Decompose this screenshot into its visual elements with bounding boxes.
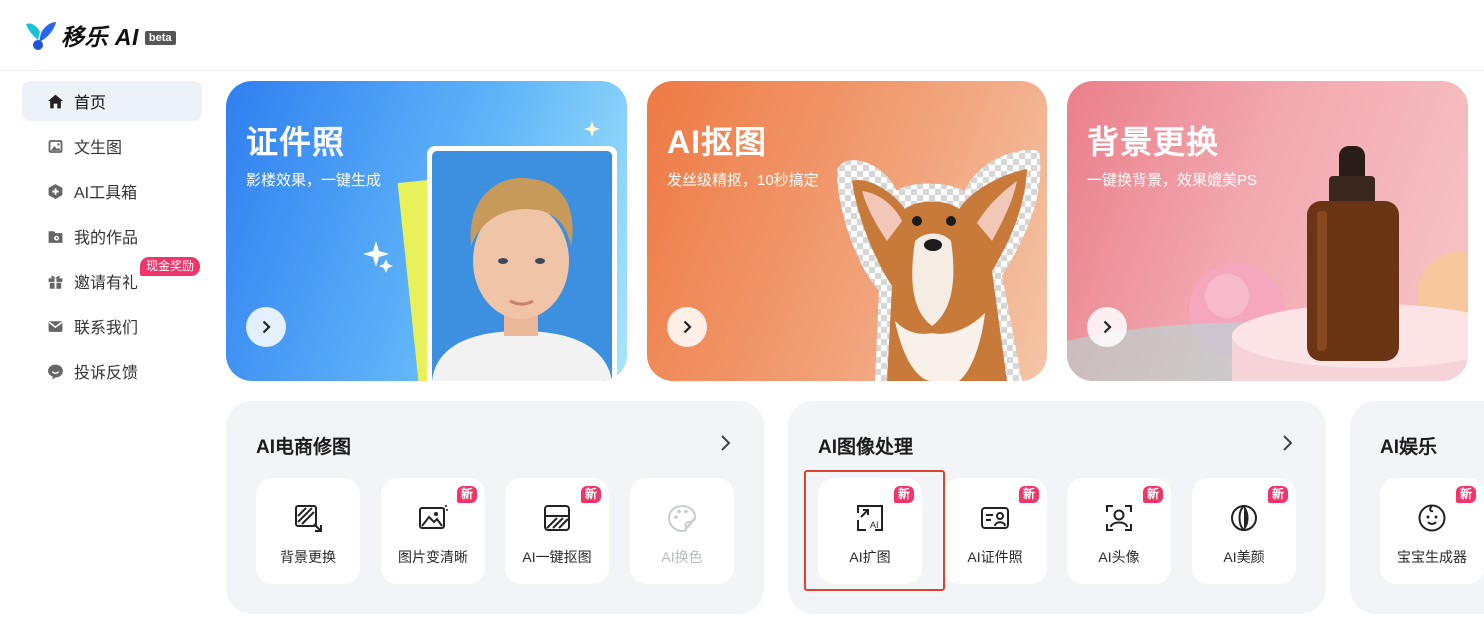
- chevron-right-icon: [683, 320, 692, 334]
- tool-label: AI美颜: [1223, 549, 1265, 565]
- new-badge: 新: [580, 486, 601, 503]
- sidebar-item-label: 文生图: [74, 140, 123, 157]
- sidebar-item-feedback[interactable]: 投诉反馈: [22, 351, 202, 391]
- toolbox-icon: [47, 183, 64, 200]
- tool-image-enhance[interactable]: 新 图片变清晰: [381, 478, 485, 584]
- sidebar-item-text-to-image[interactable]: 文生图: [22, 126, 202, 166]
- chevron-right-icon[interactable]: [1280, 433, 1296, 453]
- folder-icon: [47, 228, 64, 245]
- tool-label: AI换色: [661, 549, 703, 565]
- avatar-scan-icon: [1103, 502, 1135, 534]
- tool-label: 背景更换: [280, 549, 336, 565]
- tool-label: 图片变清晰: [398, 549, 468, 565]
- section-ecommerce-editing: AI电商修图 背景更换 新 图片变清晰 新 AI一键抠图 AI换色: [226, 401, 764, 614]
- beauty-icon: [1228, 502, 1260, 534]
- banner-ai-cutout[interactable]: AI抠图 发丝级精抠，10秒搞定: [647, 81, 1047, 381]
- beta-tag: beta: [144, 31, 176, 45]
- sidebar-item-label: 我的作品: [74, 230, 139, 247]
- sidebar-item-label: 首页: [74, 95, 107, 112]
- sidebar-item-invite[interactable]: 邀请有礼 现金奖励: [22, 257, 202, 301]
- chevron-right-icon: [1103, 320, 1112, 334]
- sidebar-item-label: AI工具箱: [74, 185, 138, 202]
- chevron-right-icon: [262, 320, 271, 334]
- new-badge: 新: [1142, 486, 1163, 503]
- new-badge: 新: [1018, 486, 1039, 503]
- chevron-right-icon[interactable]: [718, 433, 734, 453]
- cash-reward-badge: 现金奖励: [140, 257, 201, 276]
- sidebar-item-home[interactable]: 首页: [22, 81, 202, 121]
- tool-label: 宝宝生成器: [1397, 549, 1467, 565]
- gift-icon: [47, 273, 64, 290]
- sidebar-item-label: 投诉反馈: [74, 365, 139, 382]
- top-header: 移乐 AI beta: [0, 0, 1484, 71]
- tool-ai-recolor[interactable]: AI换色: [630, 478, 734, 584]
- sidebar: 首页 文生图 AI工具箱 我的作品 邀请有礼 现金奖励 联系我们 投诉反馈: [22, 81, 202, 396]
- new-badge: 新: [1267, 486, 1288, 503]
- banner-arrow-button[interactable]: [667, 307, 707, 347]
- corgi-cutout-illustration: [837, 150, 1041, 381]
- app-logo[interactable]: 移乐 AI beta: [24, 18, 176, 52]
- banner-background-swap[interactable]: 背景更换 一键换背景，效果媲美PS: [1067, 81, 1468, 381]
- product-bottle-illustration: [1067, 146, 1468, 381]
- selection-highlight: [804, 470, 945, 591]
- banner-arrow-button[interactable]: [1087, 307, 1127, 347]
- logo-mark-icon: [26, 22, 56, 50]
- id-photo-illustration: [363, 121, 617, 381]
- tool-ai-avatar[interactable]: 新 AI头像: [1067, 478, 1171, 584]
- tool-background-swap[interactable]: 背景更换: [256, 478, 360, 584]
- app-name: 移乐 AI: [61, 24, 139, 50]
- tool-label: AI一键抠图: [522, 549, 592, 565]
- sidebar-item-label: 联系我们: [74, 320, 139, 337]
- section-title: AI娱乐: [1380, 437, 1438, 458]
- image-enhance-icon: [417, 502, 449, 534]
- sidebar-item-my-works[interactable]: 我的作品: [22, 216, 202, 256]
- tool-ai-beauty[interactable]: 新 AI美颜: [1192, 478, 1296, 584]
- new-badge: 新: [456, 486, 477, 503]
- id-card-icon: [979, 502, 1011, 534]
- section-title: AI电商修图: [256, 437, 352, 458]
- sidebar-item-label: 邀请有礼: [74, 275, 139, 292]
- tool-baby-generator[interactable]: 新 宝宝生成器: [1380, 478, 1484, 584]
- palette-icon: [666, 502, 698, 534]
- banner-arrow-button[interactable]: [246, 307, 286, 347]
- sidebar-item-ai-toolbox[interactable]: AI工具箱: [22, 171, 202, 211]
- tool-ai-id-photo[interactable]: 新 AI证件照: [943, 478, 1047, 584]
- tool-ai-cutout[interactable]: 新 AI一键抠图: [505, 478, 609, 584]
- new-badge: 新: [1455, 486, 1476, 503]
- cutout-icon: [541, 502, 573, 534]
- feedback-icon: [47, 363, 64, 380]
- baby-face-icon: [1416, 502, 1448, 534]
- background-swap-icon: [292, 502, 324, 534]
- section-title: AI图像处理: [818, 437, 914, 458]
- sidebar-item-contact[interactable]: 联系我们: [22, 306, 202, 346]
- banner-id-photo[interactable]: 证件照 影楼效果，一键生成: [226, 81, 627, 381]
- image-icon: [47, 138, 64, 155]
- home-icon: [47, 93, 64, 110]
- tool-label: AI头像: [1098, 549, 1140, 565]
- tool-label: AI证件照: [967, 549, 1023, 565]
- mail-icon: [47, 318, 64, 335]
- section-ai-entertainment: AI娱乐 新 宝宝生成器: [1350, 401, 1484, 614]
